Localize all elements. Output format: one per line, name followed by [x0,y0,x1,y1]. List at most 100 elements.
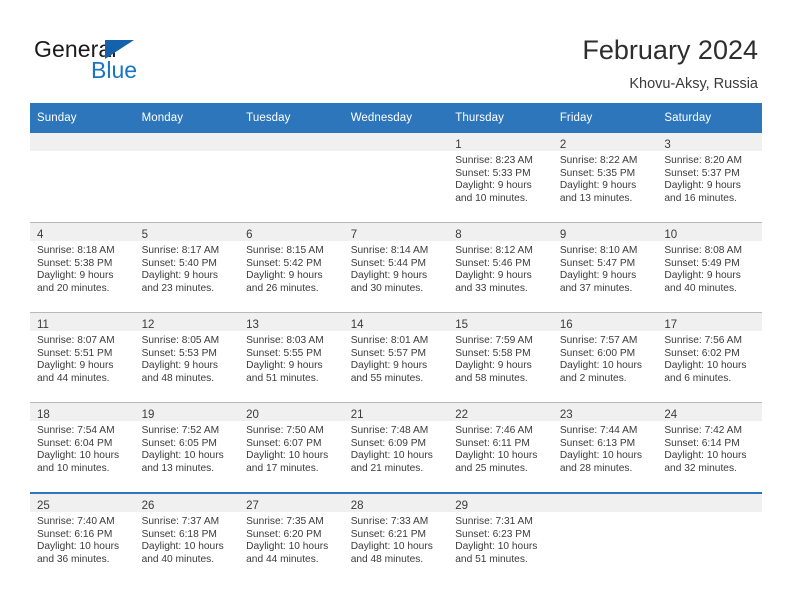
daylight-text: Daylight: 10 hours and 2 minutes. [559,360,642,384]
calendar-day-cell[interactable]: 28 Sunrise: 7:33 AM Sunset: 6:21 PM Dayligh… [343,492,449,583]
day-details: Sunrise: 7:48 AM Sunset: 6:09 PM Daylight:… [344,421,449,475]
day-number: 15 [455,319,469,331]
calendar-cell-empty [343,133,449,223]
sunset-text: Sunset: 6:13 PM [559,437,636,449]
sunrise-text: Sunrise: 7:35 AM [246,516,324,527]
calendar-day-cell[interactable]: 29 Sunrise: 7:31 AM Sunset: 6:23 PM Dayligh… [448,492,553,583]
day-number: 25 [37,500,50,512]
calendar-cell-inner: 2 Sunrise: 8:22 AM Sunset: 5:35 PM Daylight… [552,133,658,222]
day-number: 1 [455,139,462,151]
calendar-day-cell[interactable]: 11 Sunrise: 8:07 AM Sunset: 5:51 PM Dayligh… [30,312,135,403]
calendar-cell-inner: 29 Sunrise: 7:31 AM Sunset: 6:23 PM Dayligh… [448,494,553,583]
calendar-day-cell[interactable]: 1 Sunrise: 8:23 AM Sunset: 5:33 PM Daylight… [448,133,553,223]
day-number-band: 23 [552,403,658,421]
calendar-day-cell[interactable]: 21 Sunrise: 7:48 AM Sunset: 6:09 PM Dayligh… [343,402,449,493]
sunset-text: Sunset: 6:04 PM [37,437,113,449]
calendar-cell-inner [239,133,344,222]
day-details: Sunrise: 8:05 AM Sunset: 5:53 PM Daylight:… [135,331,240,385]
calendar-day-cell[interactable]: 23 Sunrise: 7:44 AM Sunset: 6:13 PM Dayligh… [552,402,658,493]
calendar-cell-inner: 21 Sunrise: 7:48 AM Sunset: 6:09 PM Dayligh… [343,403,449,492]
calendar-day-cell[interactable]: 5 Sunrise: 8:17 AM Sunset: 5:40 PM Daylight… [134,222,240,313]
calendar-week-row: 25 Sunrise: 7:40 AM Sunset: 6:16 PM Dayligh… [30,492,762,583]
sunset-text: Sunset: 5:49 PM [664,257,740,269]
sunset-text: Sunset: 6:07 PM [246,437,322,449]
day-number: 10 [664,229,678,241]
calendar-day-cell[interactable]: 8 Sunrise: 8:12 AM Sunset: 5:46 PM Daylight… [448,222,553,313]
calendar-cell-inner: 23 Sunrise: 7:44 AM Sunset: 6:13 PM Dayligh… [552,403,658,492]
calendar-day-cell[interactable]: 7 Sunrise: 8:14 AM Sunset: 5:44 PM Daylight… [343,222,449,313]
calendar-day-cell[interactable]: 17 Sunrise: 7:56 AM Sunset: 6:02 PM Dayligh… [657,312,762,403]
day-number: 16 [559,319,573,331]
day-details: Sunrise: 8:14 AM Sunset: 5:44 PM Daylight:… [344,241,449,295]
day-number-band: 2 [552,133,658,151]
calendar-day-cell[interactable]: 19 Sunrise: 7:52 AM Sunset: 6:05 PM Dayligh… [134,402,240,493]
calendar-day-cell[interactable]: 25 Sunrise: 7:40 AM Sunset: 6:16 PM Dayligh… [30,492,135,583]
sunset-text: Sunset: 5:53 PM [141,347,217,359]
calendar-cell-inner [30,133,135,222]
daylight-text: Daylight: 9 hours and 55 minutes. [350,360,428,384]
calendar-cell-inner: 9 Sunrise: 8:10 AM Sunset: 5:47 PM Daylight… [552,223,658,312]
calendar-page: General Blue February 2024 Khovu-Aksy, R… [0,0,792,612]
day-number-band [239,133,344,151]
day-number-band [30,133,135,151]
sunrise-text: Sunrise: 8:22 AM [559,155,638,166]
day-number: 24 [664,409,678,421]
day-details: Sunrise: 7:54 AM Sunset: 6:04 PM Daylight:… [30,421,135,475]
day-number: 29 [455,500,469,512]
calendar-day-cell[interactable]: 20 Sunrise: 7:50 AM Sunset: 6:07 PM Dayligh… [239,402,344,493]
calendar-day-cell[interactable]: 15 Sunrise: 7:59 AM Sunset: 5:58 PM Dayligh… [448,312,553,403]
sunrise-text: Sunrise: 7:42 AM [664,425,742,436]
calendar-day-cell[interactable]: 9 Sunrise: 8:10 AM Sunset: 5:47 PM Daylight… [552,222,658,313]
sunrise-text: Sunrise: 7:54 AM [37,425,115,436]
sunset-text: Sunset: 6:16 PM [37,528,113,540]
sunrise-text: Sunrise: 8:17 AM [141,245,220,256]
day-details: Sunrise: 8:22 AM Sunset: 5:35 PM Daylight:… [553,151,658,205]
day-number-band: 27 [239,494,344,512]
calendar-day-cell[interactable]: 14 Sunrise: 8:01 AM Sunset: 5:57 PM Dayligh… [343,312,449,403]
sunrise-text: Sunrise: 8:07 AM [37,335,115,346]
calendar-day-cell[interactable]: 10 Sunrise: 8:08 AM Sunset: 5:49 PM Dayligh… [657,222,762,313]
day-number: 23 [559,409,573,421]
calendar-day-cell[interactable]: 6 Sunrise: 8:15 AM Sunset: 5:42 PM Daylight… [239,222,344,313]
day-number-band [134,133,240,151]
general-blue-logo[interactable]: General Blue [34,36,274,92]
day-details: Sunrise: 8:23 AM Sunset: 5:33 PM Daylight:… [448,151,553,205]
day-details: Sunrise: 8:01 AM Sunset: 5:57 PM Daylight:… [344,331,449,385]
sunset-text: Sunset: 5:35 PM [559,167,636,179]
day-details: Sunrise: 8:12 AM Sunset: 5:46 PM Daylight:… [448,241,553,295]
calendar-day-cell[interactable]: 24 Sunrise: 7:42 AM Sunset: 6:14 PM Dayligh… [657,402,762,493]
calendar-cell-empty [134,133,240,223]
day-number-band: 18 [30,403,135,421]
calendar-day-cell[interactable]: 3 Sunrise: 8:20 AM Sunset: 5:37 PM Daylight… [657,133,762,223]
calendar-day-cell[interactable]: 27 Sunrise: 7:35 AM Sunset: 6:20 PM Dayligh… [239,492,344,583]
sunrise-text: Sunrise: 7:59 AM [455,335,533,346]
page-title: February 2024 [582,35,758,65]
sunset-text: Sunset: 6:21 PM [350,528,427,540]
daylight-text: Daylight: 9 hours and 40 minutes. [664,270,741,294]
calendar-day-cell[interactable]: 13 Sunrise: 8:03 AM Sunset: 5:55 PM Dayligh… [239,312,344,403]
sunset-text: Sunset: 5:37 PM [664,167,740,179]
calendar-day-cell[interactable]: 4 Sunrise: 8:18 AM Sunset: 5:38 PM Daylight… [30,222,135,313]
day-details: Sunrise: 8:15 AM Sunset: 5:42 PM Daylight:… [239,241,344,295]
calendar-day-cell[interactable]: 26 Sunrise: 7:37 AM Sunset: 6:18 PM Dayligh… [134,492,240,583]
sunrise-text: Sunrise: 8:12 AM [455,245,533,256]
daylight-text: Daylight: 9 hours and 37 minutes. [559,270,637,294]
day-number: 20 [246,409,259,421]
calendar-day-cell[interactable]: 12 Sunrise: 8:05 AM Sunset: 5:53 PM Dayligh… [134,312,240,403]
daylight-text: Daylight: 10 hours and 32 minutes. [664,450,747,474]
day-details: Sunrise: 7:59 AM Sunset: 5:58 PM Daylight:… [448,331,553,385]
weekday-header-wednesday: Wednesday [343,103,449,133]
day-details: Sunrise: 8:10 AM Sunset: 5:47 PM Daylight:… [553,241,658,295]
calendar-day-cell[interactable]: 16 Sunrise: 7:57 AM Sunset: 6:00 PM Dayligh… [552,312,658,403]
sunset-text: Sunset: 5:42 PM [246,257,322,269]
sunset-text: Sunset: 5:55 PM [246,347,322,359]
calendar-day-cell[interactable]: 18 Sunrise: 7:54 AM Sunset: 6:04 PM Dayligh… [30,402,135,493]
sunrise-text: Sunrise: 8:05 AM [141,335,220,346]
calendar-day-cell[interactable]: 2 Sunrise: 8:22 AM Sunset: 5:35 PM Daylight… [552,133,658,223]
day-details: Sunrise: 7:50 AM Sunset: 6:07 PM Daylight:… [239,421,344,475]
calendar-cell-inner: 12 Sunrise: 8:05 AM Sunset: 5:53 PM Dayligh… [134,313,240,402]
calendar-day-cell[interactable]: 22 Sunrise: 7:46 AM Sunset: 6:11 PM Dayligh… [448,402,553,493]
weekday-header-sunday: Sunday [30,103,135,133]
sunrise-text: Sunrise: 7:52 AM [141,425,220,436]
sunrise-text: Sunrise: 8:18 AM [37,245,115,256]
